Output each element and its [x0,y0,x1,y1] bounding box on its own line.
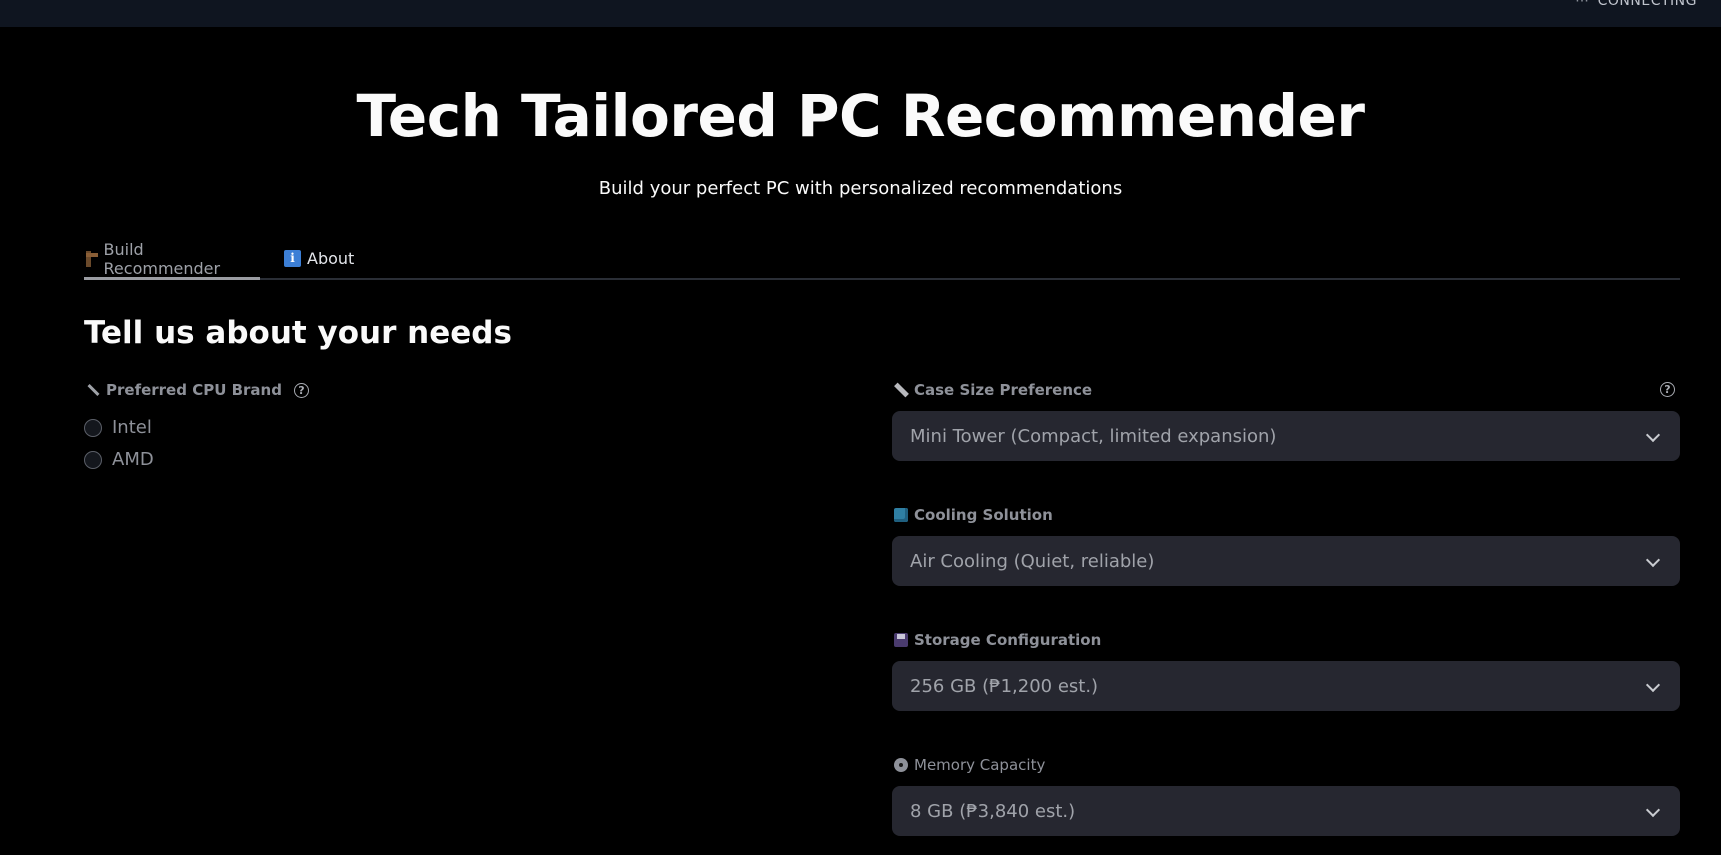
radio-label: Intel [112,417,152,438]
storage-select[interactable]: 256 GB (₱1,200 est.) [892,661,1680,711]
wrench-icon [86,383,100,397]
case-size-value: Mini Tower (Compact, limited expansion) [910,425,1277,447]
chevron-down-icon [1645,427,1661,443]
memory-select[interactable]: 8 GB (₱3,840 est.) [892,786,1680,836]
status-dots-icon: ⋯ [1575,0,1590,9]
floppy-disk-icon [894,633,908,647]
tab-label: About [307,248,355,268]
page-subtitle: Build your perfect PC with personalized … [598,178,1123,199]
tab-label: Build Recommender [103,239,221,278]
page-title: Tech Tailored PC Recommender [356,82,1366,150]
disc-icon [894,758,908,772]
memory-label: Memory Capacity [894,756,1045,774]
case-size-label: Case Size Preference [894,381,1092,399]
case-size-label-text: Case Size Preference [914,381,1093,399]
connection-status: ⋯ CONNECTING [1575,0,1697,9]
top-bar: ⋯ CONNECTING [0,0,1721,27]
cpu-brand-label-text: Preferred CPU Brand [106,381,282,399]
radio-button[interactable] [84,450,102,469]
radio-button[interactable] [84,418,102,437]
radio-option-intel[interactable]: Intel [84,417,152,438]
chevron-down-icon [1645,677,1661,693]
info-icon: i [284,249,301,267]
cube-icon [894,508,908,522]
status-text: CONNECTING [1597,0,1697,9]
help-icon[interactable]: ? [1660,382,1675,397]
section-heading: Tell us about your needs [84,315,512,351]
memory-label-text: Memory Capacity [914,756,1046,774]
build-icon [84,250,98,267]
case-size-select[interactable]: Mini Tower (Compact, limited expansion) [892,411,1680,461]
cooling-label-text: Cooling Solution [914,506,1053,524]
cpu-brand-label: Preferred CPU Brand ? [86,381,309,399]
radio-label: AMD [112,449,154,470]
radio-option-amd[interactable]: AMD [84,449,154,470]
memory-value: 8 GB (₱3,840 est.) [910,800,1076,822]
cooling-select[interactable]: Air Cooling (Quiet, reliable) [892,536,1680,586]
tab-build-recommender[interactable]: Build Recommender [84,240,260,280]
help-icon[interactable]: ? [293,382,309,398]
storage-label: Storage Configuration [894,631,1101,649]
chevron-down-icon [1645,552,1661,568]
cooling-label: Cooling Solution [894,506,1053,524]
tab-bar: Build Recommender i About [84,236,1680,280]
cooling-value: Air Cooling (Quiet, reliable) [910,550,1155,572]
ruler-icon [894,383,908,397]
storage-value: 256 GB (₱1,200 est.) [910,675,1099,697]
chevron-down-icon [1645,802,1661,818]
tab-about[interactable]: i About [284,240,354,276]
storage-label-text: Storage Configuration [914,631,1102,649]
